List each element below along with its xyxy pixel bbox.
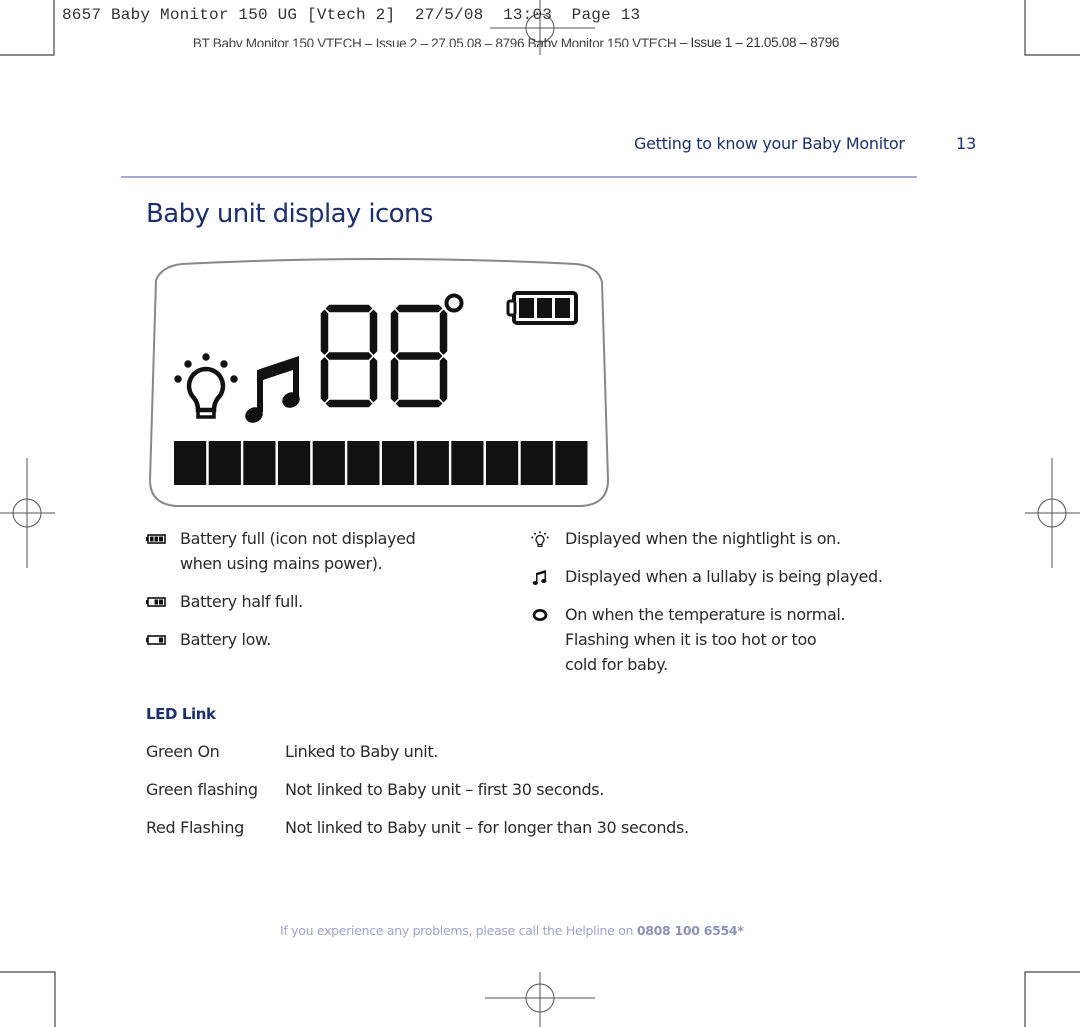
registration-mark-left [0,458,55,568]
legend-item-nightlight: Displayed when the nightlight is on. [531,526,841,551]
legend-line: Battery full (icon not displayed [180,529,416,548]
level-segment [382,441,415,485]
led-meaning: Not linked to Baby unit – first 30 secon… [285,780,604,799]
led-meaning: Linked to Baby unit. [285,742,439,761]
led-link-heading: LED Link [146,705,216,723]
digit-segment-a [323,303,375,314]
level-segment [174,441,207,485]
digit-segment-e [319,354,330,405]
digit-segment-f [319,307,330,358]
battery-bar [519,298,534,318]
digit-segment-b [438,307,449,358]
level-segment [243,441,276,485]
level-segment [486,441,519,485]
crop-marks [0,0,1080,1027]
led-row: Green On Linked to Baby unit. [146,742,438,761]
level-segment [416,441,449,485]
battery-bar [537,298,552,318]
legend-text: Displayed when the nightlight is on. [565,529,841,548]
crop-mark-bottom-right [1024,971,1080,1027]
battery-half-icon [146,589,168,614]
led-row: Red Flashing Not linked to Baby unit – fo… [146,818,689,837]
issue-slug-obscured: BT Baby Monitor 150 VTECH – Issue 2 – 27… [192,36,677,47]
battery-full-icon [146,526,168,551]
legend-line: when using mains power). [180,554,383,573]
music-note-icon [531,564,553,589]
legend-item-battery-low: Battery low. [146,627,271,652]
legend-text: On when the temperature is normal. Flash… [565,602,846,677]
registration-mark-bottom [485,972,595,1027]
led-state: Red Flashing [146,818,244,837]
legend-line: Flashing when it is too hot or too [565,630,817,649]
digit-segment-c [438,354,449,405]
footer-text: If you experience any problems, please c… [280,923,637,938]
level-segment [451,441,484,485]
level-segment [520,441,553,485]
issue-slug-visible: – Issue 1 – 21.05.08 – 8796 [676,35,840,50]
registration-mark-right [1025,458,1080,568]
digit-segment-a [393,303,445,314]
digit-segment-c [368,354,379,405]
level-segment [312,441,345,485]
level-segment [347,441,380,485]
led-meaning: Not linked to Baby unit – for longer tha… [285,818,689,837]
legend-line: On when the temperature is normal. [565,605,846,624]
legend-text: Battery full (icon not displayed when us… [180,526,416,576]
legend-item-lullaby: Displayed when a lullaby is being played… [531,564,883,589]
legend-text: Displayed when a lullaby is being played… [565,567,883,586]
nightlight-icon [531,526,553,551]
crop-mark-bottom-left [0,971,56,1027]
level-segment [555,441,588,485]
digit-segment-e [389,354,400,405]
digit-segment-f [389,307,400,358]
legend-item-temperature: On when the temperature is normal. Flash… [531,602,846,677]
level-segment [208,441,241,485]
page-number: 13 [956,134,977,153]
battery-low-icon [146,627,168,652]
legend-line: cold for baby. [565,655,668,674]
temperature-ring-icon [531,602,553,627]
helpline-footer: If you experience any problems, please c… [280,923,744,938]
digit-segment-g [323,350,375,362]
led-row: Green flashing Not linked to Baby unit – … [146,780,604,799]
lcd-display-illustration [148,258,610,507]
legend-item-battery-half: Battery half full. [146,589,303,614]
legend-item-battery-full: Battery full (icon not displayed when us… [146,526,416,576]
led-state: Green flashing [146,780,258,799]
battery-bar [555,298,570,318]
running-header-title: Getting to know your Baby Monitor [634,134,905,153]
header-rule [121,176,917,178]
digit-segment-d [323,398,375,409]
crop-mark-top-right [1024,0,1080,56]
crop-mark-top-left [0,0,55,56]
page-title: Baby unit display icons [146,199,433,229]
legend-text: Battery half full. [180,592,303,611]
job-slug-line: 8657 Baby Monitor 150 UG [Vtech 2] 27/5/… [62,6,641,24]
digit-segment-b [368,307,379,358]
legend-text: Battery low. [180,630,272,649]
issue-slug-line: BT Baby Monitor 150 VTECH – Issue 2 – 27… [186,20,840,50]
level-segment [278,441,311,485]
digit-segment-d [393,398,445,409]
led-state: Green On [146,742,220,761]
helpline-number: 0808 100 6554* [636,923,744,938]
battery-icon [506,291,578,325]
digit-segment-g [393,350,445,362]
